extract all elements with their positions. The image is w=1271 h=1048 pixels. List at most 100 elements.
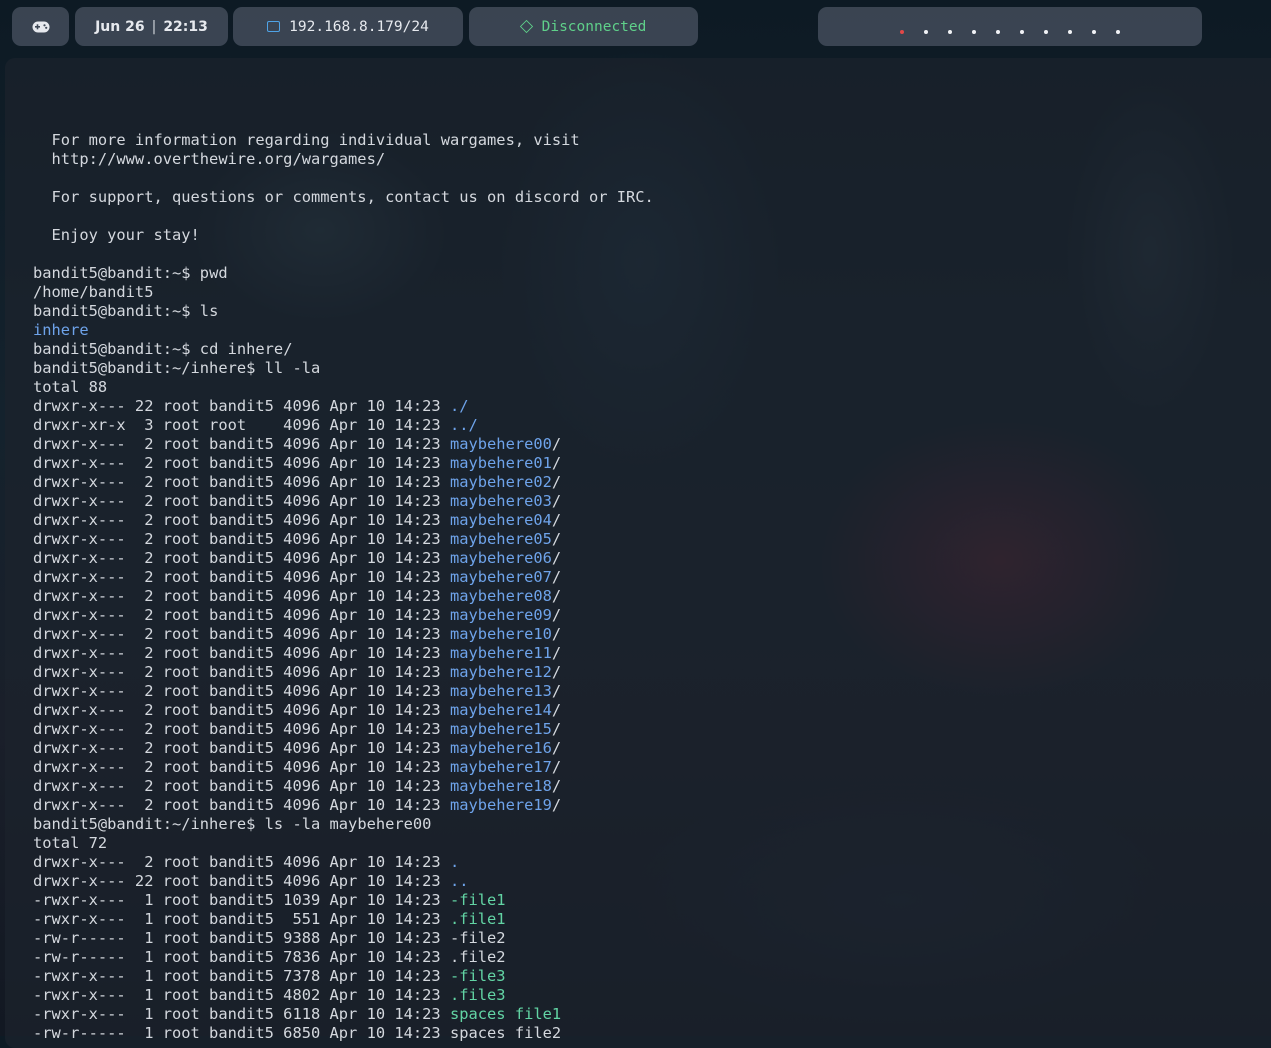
file-metadata: drwxr-x--- 2 root bandit5 4096 Apr 10 14…	[33, 758, 450, 776]
file-suffix: /	[551, 473, 562, 491]
listing-row: drwxr-x--- 2 root bandit5 4096 Apr 10 14…	[33, 625, 654, 644]
date-separator: |	[151, 18, 157, 35]
file-name: maybehere13	[449, 682, 552, 700]
file-metadata: drwxr-x--- 2 root bandit5 4096 Apr 10 14…	[33, 644, 450, 662]
file-name: ./	[449, 397, 469, 415]
workspace-dot-2[interactable]	[924, 29, 928, 34]
file-metadata: drwxr-x--- 2 root bandit5 4096 Apr 10 14…	[33, 853, 450, 871]
file-suffix: /	[551, 739, 562, 757]
banner-line: For more information regarding individua…	[33, 131, 654, 150]
file-metadata: drwxr-x--- 2 root bandit5 4096 Apr 10 14…	[33, 473, 450, 491]
file-name: maybehere00	[449, 435, 552, 453]
workspace-dot-8[interactable]	[1068, 29, 1072, 34]
banner-text: For more information regarding individua…	[33, 131, 580, 149]
workspace-dot-4[interactable]	[972, 29, 976, 34]
workspace-dot-6[interactable]	[1020, 29, 1024, 34]
workspace-dot-5[interactable]	[996, 29, 1000, 34]
listing-row: -rwxr-x--- 1 root bandit5 1039 Apr 10 14…	[33, 891, 654, 910]
file-suffix: /	[551, 530, 562, 548]
banner-line: http://www.overthewire.org/wargames/	[33, 150, 654, 169]
file-name: maybehere17	[449, 758, 552, 776]
file-metadata: drwxr-x--- 2 root bandit5 4096 Apr 10 14…	[33, 701, 450, 719]
file-name: maybehere09	[449, 606, 552, 624]
file-name: maybehere12	[449, 663, 552, 681]
shell-command: cd inhere/	[199, 340, 293, 358]
listing-row: drwxr-x--- 2 root bandit5 4096 Apr 10 14…	[33, 473, 654, 492]
file-metadata: drwxr-x--- 2 root bandit5 4096 Apr 10 14…	[33, 511, 450, 529]
workspace-switcher[interactable]	[818, 7, 1202, 46]
file-name: spaces file1	[449, 1005, 562, 1023]
listing-row: drwxr-x--- 2 root bandit5 4096 Apr 10 14…	[33, 435, 654, 454]
file-metadata: drwxr-x--- 22 root bandit5 4096 Apr 10 1…	[33, 872, 450, 890]
listing-row: drwxr-x--- 2 root bandit5 4096 Apr 10 14…	[33, 739, 654, 758]
file-metadata: drwxr-x--- 22 root bandit5 4096 Apr 10 1…	[33, 397, 450, 415]
file-metadata: -rw-r----- 1 root bandit5 7836 Apr 10 14…	[33, 948, 450, 966]
file-suffix: /	[551, 701, 562, 719]
file-metadata: drwxr-x--- 2 root bandit5 4096 Apr 10 14…	[33, 568, 450, 586]
banner-line	[33, 112, 654, 131]
file-name: maybehere11	[449, 644, 552, 662]
listing-row: drwxr-x--- 2 root bandit5 4096 Apr 10 14…	[33, 606, 654, 625]
file-name: .file1	[449, 910, 506, 928]
file-name: maybehere15	[449, 720, 552, 738]
file-metadata: -rw-r----- 1 root bandit5 9388 Apr 10 14…	[33, 929, 450, 947]
workspace-dot-3[interactable]	[948, 29, 952, 34]
network-widget[interactable]: 192.168.8.179/24	[233, 7, 463, 46]
shell-command: ls	[199, 302, 219, 320]
listing-row: drwxr-x--- 2 root bandit5 4096 Apr 10 14…	[33, 853, 654, 872]
listing-row: drwxr-x--- 2 root bandit5 4096 Apr 10 14…	[33, 663, 654, 682]
listing-row: drwxr-x--- 2 root bandit5 4096 Apr 10 14…	[33, 682, 654, 701]
banner-text: http://www.overthewire.org/wargames/	[33, 150, 386, 168]
network-icon	[267, 21, 281, 32]
file-suffix: /	[551, 606, 562, 624]
shell-command: ls -la maybehere00	[264, 815, 432, 833]
file-suffix: /	[551, 587, 562, 605]
file-name: .file2	[449, 948, 506, 966]
listing-row: drwxr-x--- 2 root bandit5 4096 Apr 10 14…	[33, 492, 654, 511]
output-line: inhere	[33, 321, 654, 340]
listing-row: drwxr-x--- 2 root bandit5 4096 Apr 10 14…	[33, 587, 654, 606]
file-suffix: /	[551, 625, 562, 643]
file-suffix: /	[551, 454, 562, 472]
file-suffix: /	[551, 568, 562, 586]
workspace-dot-10[interactable]	[1116, 29, 1120, 34]
listing-row: drwxr-x--- 2 root bandit5 4096 Apr 10 14…	[33, 720, 654, 739]
listing-row: -rwxr-x--- 1 root bandit5 7378 Apr 10 14…	[33, 967, 654, 986]
file-metadata: drwxr-x--- 2 root bandit5 4096 Apr 10 14…	[33, 739, 450, 757]
listing-row: drwxr-xr-x 3 root root 4096 Apr 10 14:23…	[33, 416, 654, 435]
launcher-button[interactable]	[12, 7, 69, 46]
file-name: maybehere06	[449, 549, 552, 567]
output-line: /home/bandit5	[33, 283, 654, 302]
file-metadata: -rwxr-x--- 1 root bandit5 551 Apr 10 14:…	[33, 910, 450, 928]
gamepad-icon	[32, 21, 49, 32]
banner-line: For support, questions or comments, cont…	[33, 188, 654, 207]
terminal-window[interactable]: For more information regarding individua…	[5, 58, 1271, 1048]
listing-row: drwxr-x--- 2 root bandit5 4096 Apr 10 14…	[33, 758, 654, 777]
file-name: maybehere01	[449, 454, 552, 472]
file-metadata: drwxr-x--- 2 root bandit5 4096 Apr 10 14…	[33, 587, 450, 605]
file-suffix: /	[551, 720, 562, 738]
shell-command: pwd	[199, 264, 228, 282]
shell-prompt: bandit5@bandit:~/inhere$	[33, 359, 265, 377]
output-text: total 88	[33, 378, 108, 396]
listing-row: -rwxr-x--- 1 root bandit5 4802 Apr 10 14…	[33, 986, 654, 1005]
listing-row: -rw-r----- 1 root bandit5 6850 Apr 10 14…	[33, 1024, 654, 1043]
workspace-dot-1[interactable]	[900, 29, 904, 34]
file-name: maybehere02	[449, 473, 552, 491]
file-metadata: drwxr-x--- 2 root bandit5 4096 Apr 10 14…	[33, 549, 450, 567]
workspace-dot-7[interactable]	[1044, 29, 1048, 34]
output-text: /home/bandit5	[33, 283, 154, 301]
file-suffix: /	[551, 492, 562, 510]
listing-row: -rw-r----- 1 root bandit5 7836 Apr 10 14…	[33, 948, 654, 967]
clock-widget[interactable]: Jun 26 | 22:13	[75, 7, 228, 46]
workspace-dot-9[interactable]	[1092, 29, 1096, 34]
listing-row: drwxr-x--- 2 root bandit5 4096 Apr 10 14…	[33, 777, 654, 796]
listing-row: drwxr-x--- 2 root bandit5 4096 Apr 10 14…	[33, 644, 654, 663]
output-text: total 72	[33, 834, 108, 852]
file-name: maybehere10	[449, 625, 552, 643]
file-suffix: /	[551, 644, 562, 662]
file-metadata: drwxr-x--- 2 root bandit5 4096 Apr 10 14…	[33, 606, 450, 624]
file-suffix: /	[551, 435, 562, 453]
file-name: maybehere18	[449, 777, 552, 795]
vpn-widget[interactable]: Disconnected	[469, 7, 698, 46]
